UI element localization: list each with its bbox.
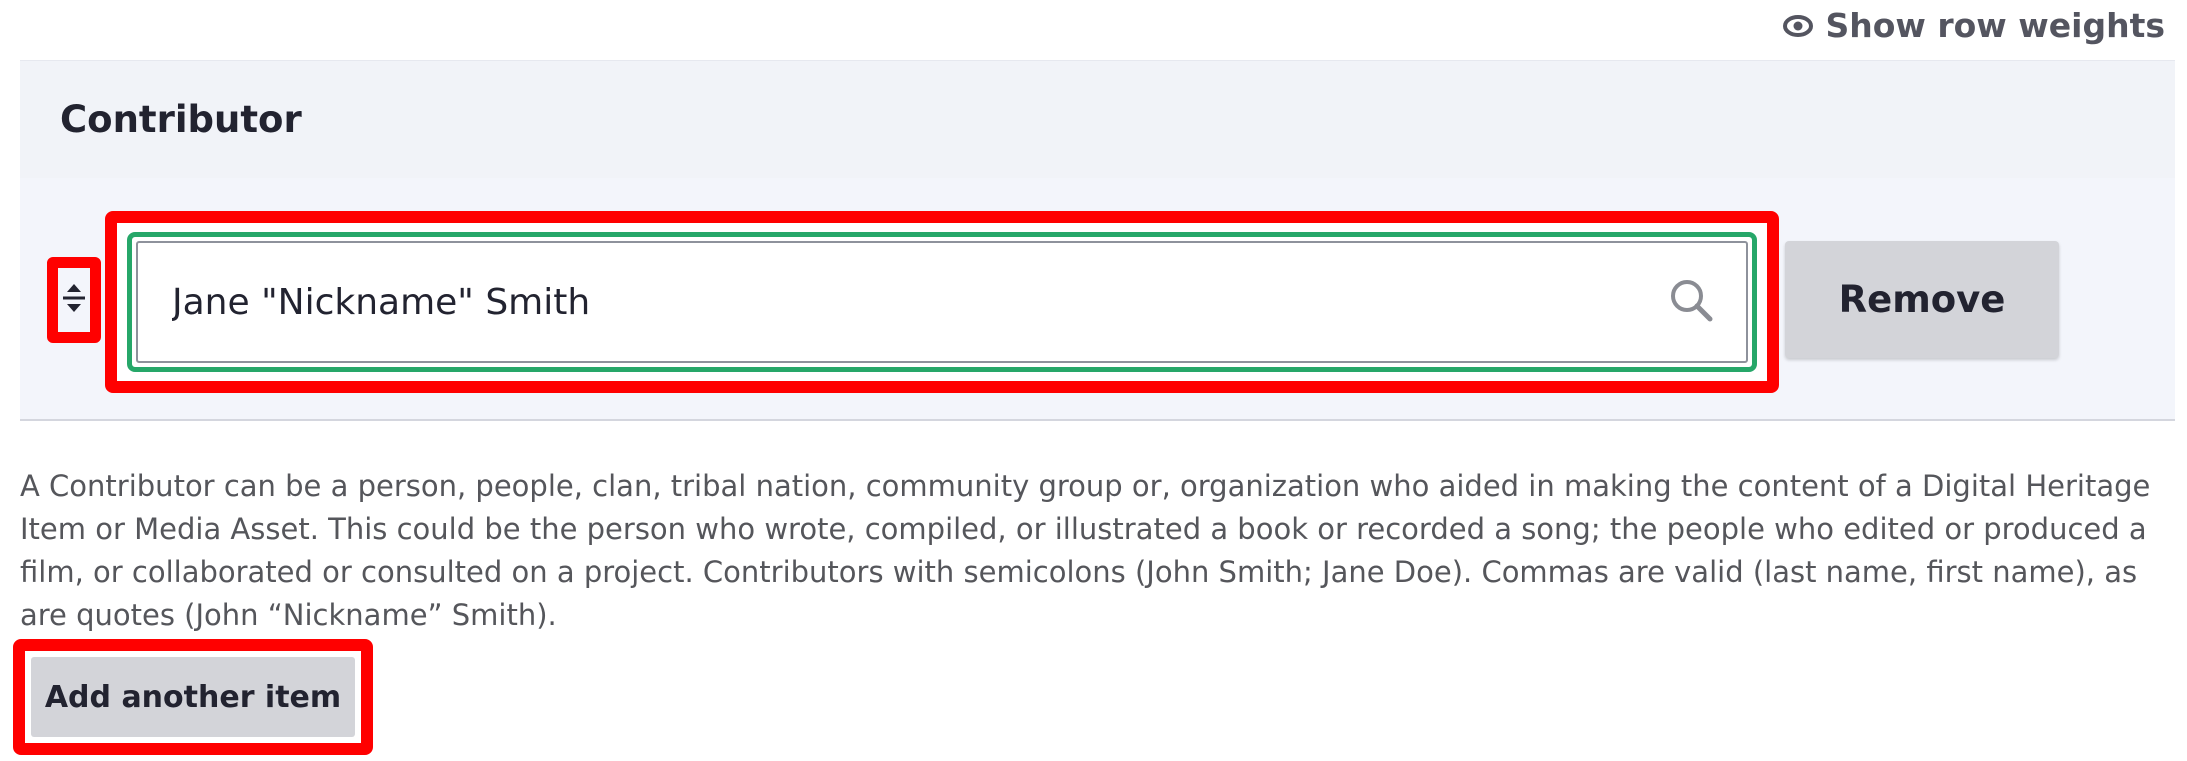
table-header: Contributor <box>20 60 2175 178</box>
contributor-field-table: Contributor Jane "Nickname" Smith Remove <box>20 60 2175 421</box>
eye-icon <box>1783 14 1814 37</box>
input-focus-ring <box>127 232 1757 372</box>
field-title: Contributor <box>60 98 302 141</box>
field-description: A Contributor can be a person, people, c… <box>20 469 2151 632</box>
contributor-autocomplete-input[interactable] <box>136 241 1748 363</box>
table-row: Remove <box>20 178 2175 421</box>
add-another-item-wrapper: Add another item <box>13 639 373 755</box>
contributor-input-wrapper <box>105 211 1779 393</box>
show-row-weights-label: Show row weights <box>1825 6 2165 45</box>
drag-handle-icon <box>61 278 87 322</box>
show-row-weights-toggle[interactable]: Show row weights <box>1783 6 2165 45</box>
page: Show row weights Contributor Jane "Nickn… <box>0 0 2187 761</box>
drag-handle[interactable] <box>47 257 101 343</box>
add-another-item-button[interactable]: Add another item <box>31 657 355 737</box>
remove-button[interactable]: Remove <box>1785 241 2059 358</box>
